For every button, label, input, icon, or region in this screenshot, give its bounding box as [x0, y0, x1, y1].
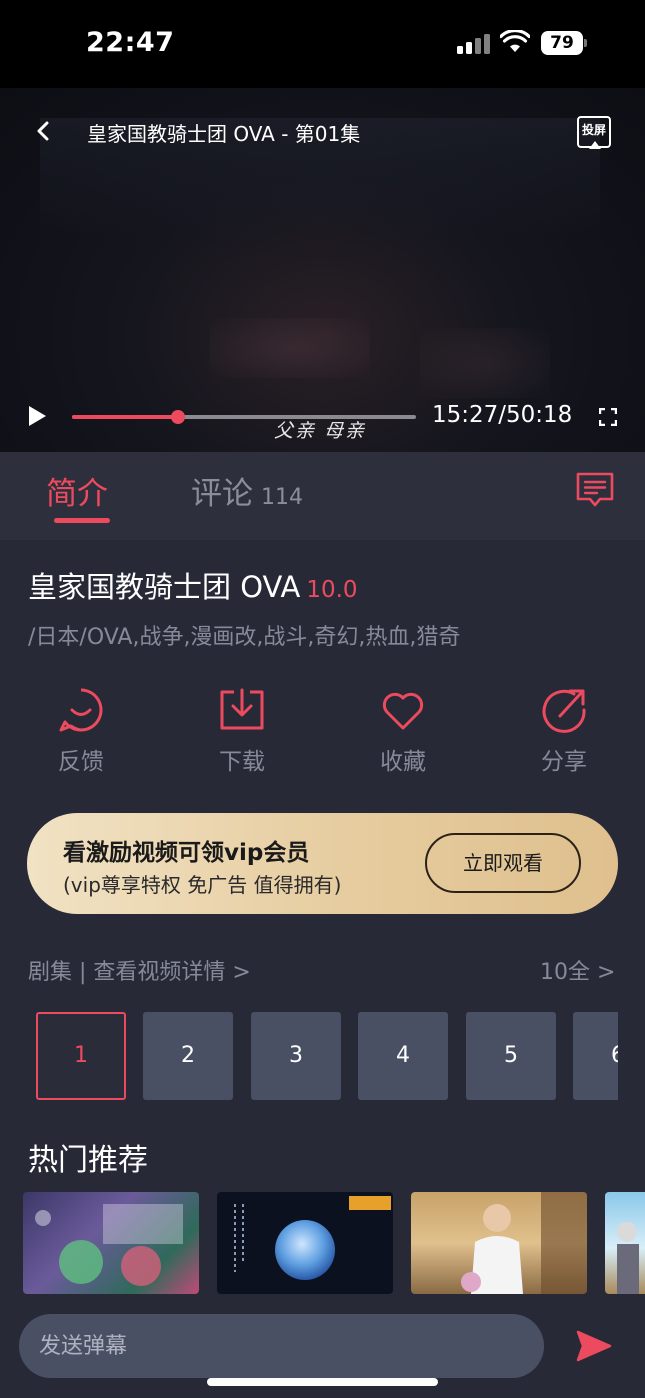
tab-comments-label: 评论: [191, 476, 253, 512]
fullscreen-icon[interactable]: [599, 408, 617, 426]
battery-icon: 79: [541, 31, 587, 55]
video-title: 皇家国教骑士团 OVA - 第01集: [87, 122, 361, 146]
cast-icon: [589, 141, 601, 149]
watch-now-button[interactable]: 立即观看: [425, 833, 581, 893]
video-subtitle: 父亲 母亲: [274, 420, 367, 442]
back-arrow-icon[interactable]: [30, 116, 58, 146]
episode-button[interactable]: 1: [36, 1012, 126, 1100]
danmaku-input[interactable]: [19, 1314, 544, 1378]
play-icon[interactable]: [29, 406, 46, 426]
recommend-list: [23, 1192, 645, 1294]
share-icon: [542, 689, 586, 733]
vip-banner[interactable]: 看激励视频可领vip会员 (vip尊享特权 免广告 值得拥有) 立即观看: [27, 813, 618, 914]
download-label: 下载: [219, 749, 265, 775]
feedback-label: 反馈: [58, 749, 104, 775]
send-icon[interactable]: [576, 1330, 612, 1362]
favorite-button[interactable]: 收藏: [348, 686, 458, 776]
battery-level: 79: [541, 31, 583, 55]
progress-fill: [72, 415, 179, 419]
episode-button[interactable]: 2: [143, 1012, 233, 1100]
status-bar: 22:47 79: [0, 0, 645, 88]
download-icon: [220, 688, 264, 730]
recommend-poster[interactable]: [411, 1192, 587, 1294]
show-tags: /日本/OVA,战争,漫画改,战斗,奇幻,热血,猎奇: [28, 625, 461, 650]
status-time: 22:47: [86, 27, 175, 58]
wifi-icon: [500, 30, 530, 52]
favorite-label: 收藏: [380, 749, 426, 775]
show-title: 皇家国教骑士团 OVA 10.0: [28, 564, 358, 606]
episode-button[interactable]: 6: [573, 1012, 618, 1100]
vip-title: 看激励视频可领vip会员: [63, 840, 310, 866]
share-button[interactable]: 分享: [509, 686, 619, 776]
tab-bar: 简介 评论 114: [0, 452, 645, 540]
video-player[interactable]: 皇家国教骑士团 OVA - 第01集 投屏 父亲 母亲 15:27/50:18: [0, 88, 645, 452]
recommend-poster[interactable]: [217, 1192, 393, 1294]
tab-indicator: [54, 518, 110, 523]
comments-count: 114: [261, 485, 303, 510]
time-display: 15:27/50:18: [432, 402, 573, 428]
recommend-title: 热门推荐: [28, 1143, 148, 1178]
recommend-poster[interactable]: [605, 1192, 645, 1294]
recommend-poster[interactable]: [23, 1192, 199, 1294]
vip-subtitle: (vip尊享特权 免广告 值得拥有): [63, 873, 342, 897]
episode-total-link[interactable]: 10全 >: [540, 954, 615, 986]
progress-handle[interactable]: [171, 410, 186, 424]
feedback-button[interactable]: 反馈: [26, 686, 136, 776]
episode-button[interactable]: 5: [466, 1012, 556, 1100]
episode-button[interactable]: 4: [358, 1012, 448, 1100]
danmaku-toggle-icon[interactable]: [575, 471, 615, 509]
episode-button[interactable]: 3: [251, 1012, 341, 1100]
tab-comments[interactable]: 评论 114: [191, 468, 303, 513]
download-button[interactable]: 下载: [187, 686, 297, 776]
share-label: 分享: [541, 749, 587, 775]
heart-icon: [382, 692, 424, 730]
show-title-text: 皇家国教骑士团 OVA: [28, 570, 301, 604]
cellular-signal-icon: [457, 32, 491, 54]
feedback-icon: [59, 688, 103, 732]
show-score: 10.0: [306, 577, 358, 603]
tab-intro[interactable]: 简介: [46, 468, 108, 513]
home-indicator: [207, 1378, 438, 1386]
episode-list: 1 2 3 4 5 6: [36, 1012, 618, 1102]
episode-details-link[interactable]: 剧集 | 查看视频详情 >: [28, 954, 251, 986]
